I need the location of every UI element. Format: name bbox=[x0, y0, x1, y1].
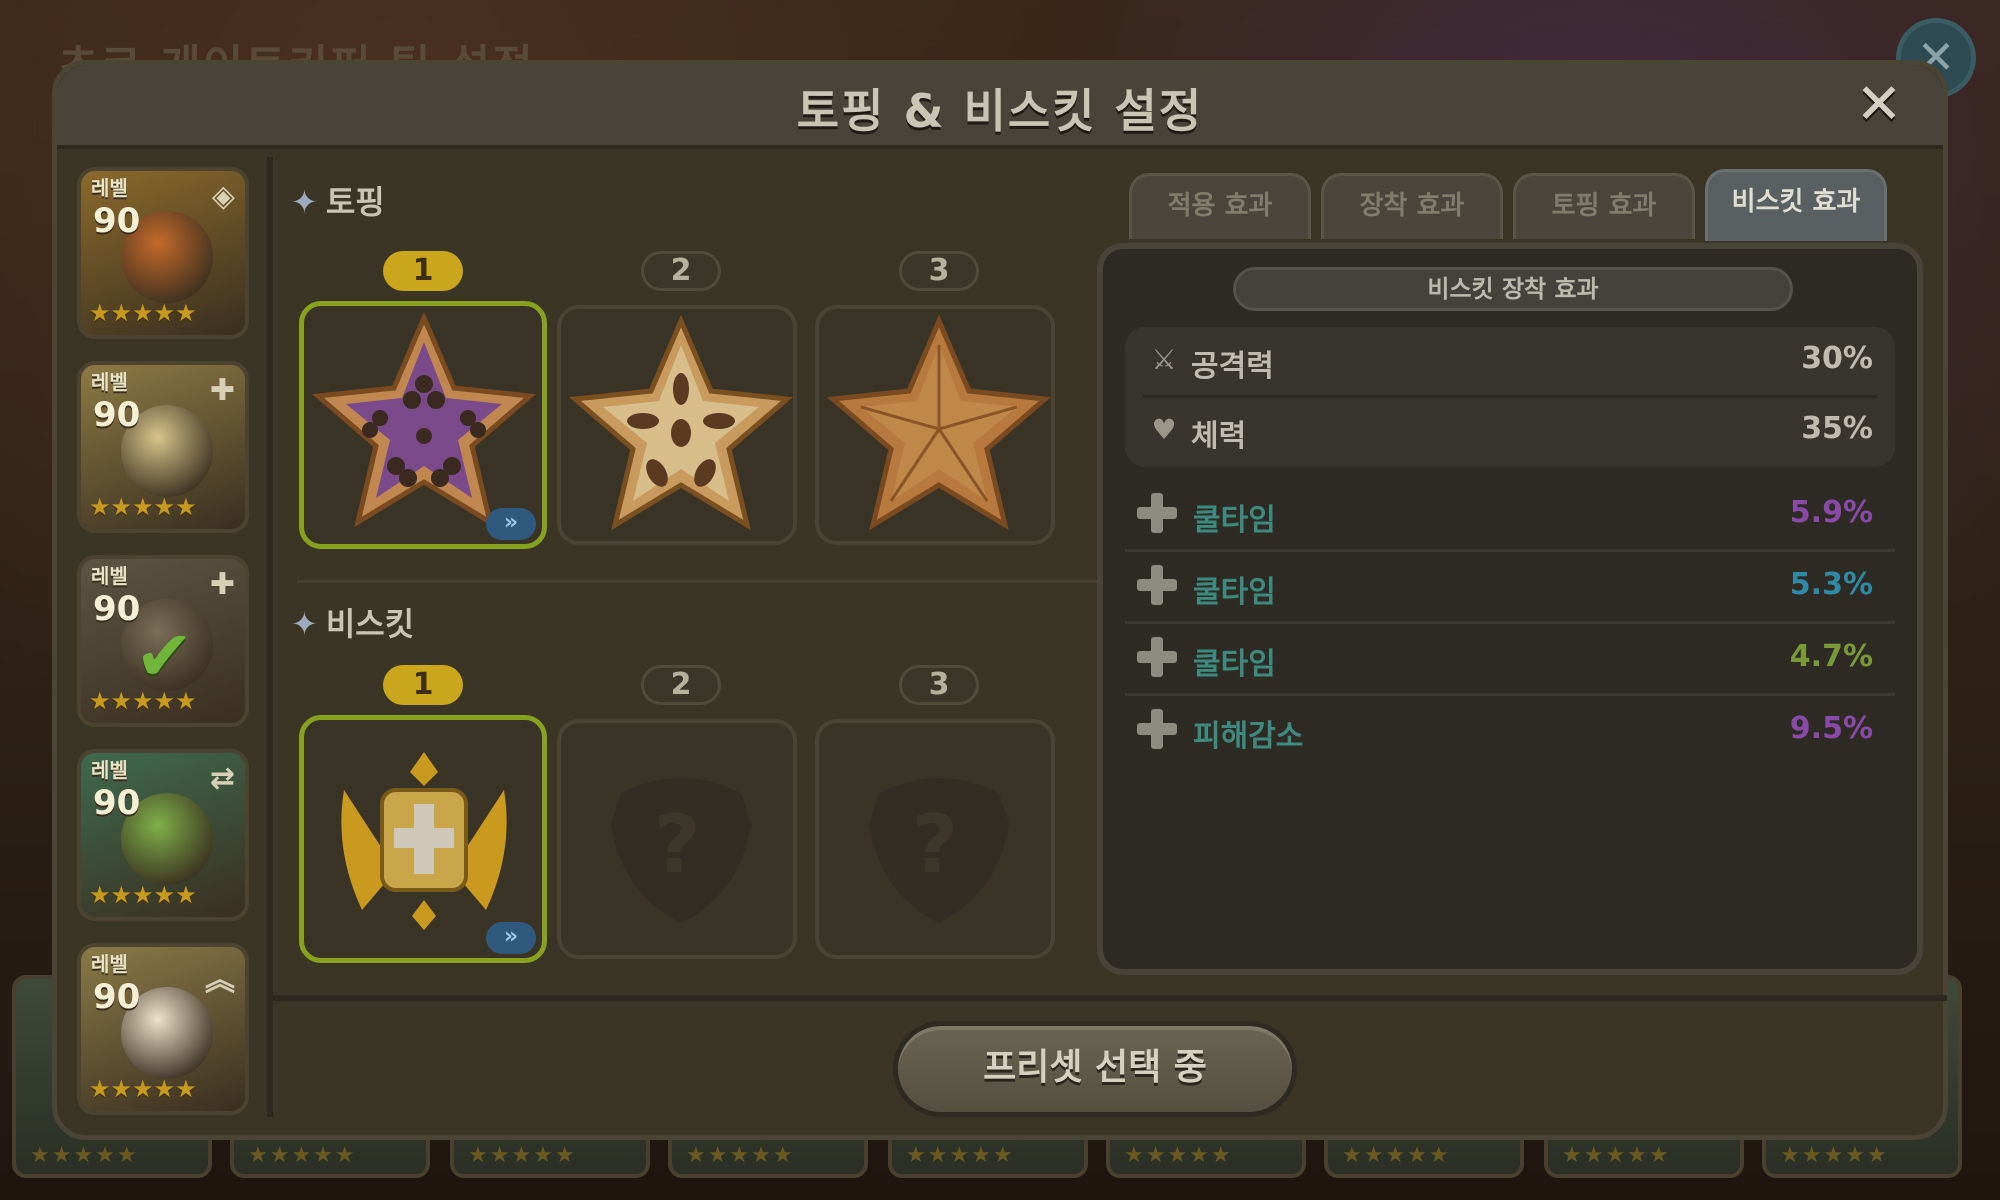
topping-slot-number[interactable]: 2 bbox=[641, 251, 721, 291]
topping-biscuit-dialog: 토핑 & 비스킷 설정 ✕ 레벨 90 ◈ ★★★★★ 레벨 90 ✚ ★★★★… bbox=[52, 60, 1948, 1140]
substat-row: 쿨타임 5.9% bbox=[1125, 479, 1895, 552]
sword-icon: ⚔ bbox=[1151, 343, 1177, 376]
substat-value: 5.9% bbox=[1789, 495, 1873, 530]
stat-value: 35% bbox=[1801, 411, 1873, 446]
panel-header: 비스킷 장착 효과 bbox=[1233, 267, 1793, 311]
cookie-card-selected[interactable]: 레벨 90 ✚ ✔ ★★★★★ bbox=[77, 555, 249, 727]
heart-icon: ♥ bbox=[1151, 413, 1177, 446]
forward-icon[interactable]: » bbox=[486, 922, 536, 954]
dialog-title: 토핑 & 비스킷 설정 bbox=[796, 84, 1204, 138]
biscuit-slot-1[interactable]: » bbox=[299, 715, 547, 963]
footer-divider bbox=[267, 995, 1947, 1001]
star-rating: ★★★★★ bbox=[89, 493, 197, 521]
plus-icon bbox=[1135, 707, 1179, 751]
tab-equip-effects[interactable]: 장착 효과 bbox=[1321, 173, 1503, 239]
stat-row-attack: ⚔ 공격력 30% bbox=[1125, 327, 1895, 395]
stat-row-hp: ♥ 체력 35% bbox=[1125, 397, 1895, 465]
stat-name: 체력 bbox=[1191, 419, 1247, 454]
tab-applied-effects[interactable]: 적용 효과 bbox=[1129, 173, 1311, 239]
biscuit-effects-panel: 비스킷 장착 효과 ⚔ 공격력 30% ♥ 체력 35% 쿨타임 5.9% 쿨타… bbox=[1097, 243, 1923, 975]
cookie-card[interactable]: 레벨 90 ✚ ★★★★★ bbox=[77, 361, 249, 533]
toppings-section-label: ✦ 토핑 bbox=[291, 183, 385, 221]
substat-name: 쿨타임 bbox=[1193, 647, 1276, 682]
stat-value: 30% bbox=[1801, 341, 1873, 376]
role-icon: ◈ bbox=[211, 179, 235, 214]
plus-icon bbox=[1135, 491, 1179, 535]
substat-value: 5.3% bbox=[1789, 567, 1873, 602]
base-stats-box: ⚔ 공격력 30% ♥ 체력 35% bbox=[1125, 327, 1895, 467]
biscuit-slot-number[interactable]: 2 bbox=[641, 665, 721, 705]
dialog-header: 토핑 & 비스킷 설정 ✕ bbox=[57, 65, 1943, 149]
section-divider bbox=[297, 580, 1109, 583]
star-rating: ★★★★★ bbox=[89, 881, 197, 909]
level-label: 레벨 bbox=[91, 564, 128, 588]
substat-value: 4.7% bbox=[1789, 639, 1873, 674]
cookie-card[interactable]: 레벨 90 ⇄ ★★★★★ bbox=[77, 749, 249, 921]
substat-name: 쿨타임 bbox=[1193, 503, 1276, 538]
topping-slot-2[interactable] bbox=[557, 305, 797, 545]
question-mark-icon: ? bbox=[911, 798, 959, 891]
sparkle-icon: ✦ bbox=[291, 605, 318, 643]
cookie-list: 레벨 90 ◈ ★★★★★ 레벨 90 ✚ ★★★★★ 레벨 90 ✚ ✔ ★★… bbox=[67, 157, 273, 1117]
biscuit-slot-number[interactable]: 3 bbox=[899, 665, 979, 705]
healer-icon: ✚ bbox=[209, 373, 235, 408]
sparkle-icon: ✦ bbox=[291, 183, 318, 221]
forward-icon[interactable]: » bbox=[486, 508, 536, 540]
close-icon[interactable]: ✕ bbox=[1851, 77, 1907, 135]
star-rating: ★★★★★ bbox=[89, 687, 197, 715]
biscuit-slot-3-empty[interactable]: ? bbox=[815, 719, 1055, 959]
healer-icon: ✚ bbox=[209, 567, 235, 602]
question-mark-icon: ? bbox=[653, 798, 701, 891]
star-rating: ★★★★★ bbox=[89, 299, 197, 327]
topping-slot-number[interactable]: 1 bbox=[383, 251, 463, 291]
substat-name: 쿨타임 bbox=[1193, 575, 1276, 610]
biscuit-slot-2-empty[interactable]: ? bbox=[557, 719, 797, 959]
level-label: 레벨 bbox=[91, 370, 128, 394]
plus-icon bbox=[1135, 563, 1179, 607]
level-value: 90 bbox=[93, 977, 141, 1017]
level-value: 90 bbox=[93, 395, 141, 435]
biscuit-slot-number[interactable]: 1 bbox=[383, 665, 463, 705]
biscuit-section-label: ✦ 비스킷 bbox=[291, 605, 415, 643]
level-value: 90 bbox=[93, 201, 141, 241]
cookie-card[interactable]: 레벨 90 ◈ ★★★★★ bbox=[77, 167, 249, 339]
tab-topping-effects[interactable]: 토핑 효과 bbox=[1513, 173, 1695, 239]
plus-icon bbox=[1135, 635, 1179, 679]
support-icon: ︽ bbox=[205, 963, 235, 998]
star-rating: ★★★★★ bbox=[89, 1075, 197, 1103]
level-label: 레벨 bbox=[91, 952, 128, 976]
topping-slot-1[interactable]: » bbox=[299, 301, 547, 549]
checkmark-icon: ✔ bbox=[135, 615, 194, 697]
cookie-card[interactable]: 레벨 90 ︽ ★★★★★ bbox=[77, 943, 249, 1115]
level-value: 90 bbox=[93, 589, 141, 629]
substat-name: 피해감소 bbox=[1193, 719, 1304, 754]
topping-slot-number[interactable]: 3 bbox=[899, 251, 979, 291]
level-label: 레벨 bbox=[91, 758, 128, 782]
topping-slot-3[interactable] bbox=[815, 305, 1055, 545]
level-value: 90 bbox=[93, 783, 141, 823]
substat-row: 쿨타임 4.7% bbox=[1125, 623, 1895, 696]
substat-value: 9.5% bbox=[1789, 711, 1873, 746]
ranged-icon: ⇄ bbox=[209, 761, 235, 796]
substat-row: 쿨타임 5.3% bbox=[1125, 551, 1895, 624]
tab-biscuit-effects[interactable]: 비스킷 효과 bbox=[1705, 169, 1887, 241]
preset-select-button[interactable]: 프리셋 선택 중 bbox=[893, 1021, 1297, 1117]
plain-topping-icon bbox=[826, 314, 1052, 531]
almond-topping-icon bbox=[568, 314, 794, 531]
substat-row: 피해감소 9.5% bbox=[1125, 695, 1895, 765]
stat-name: 공격력 bbox=[1191, 349, 1274, 384]
level-label: 레벨 bbox=[91, 176, 128, 200]
